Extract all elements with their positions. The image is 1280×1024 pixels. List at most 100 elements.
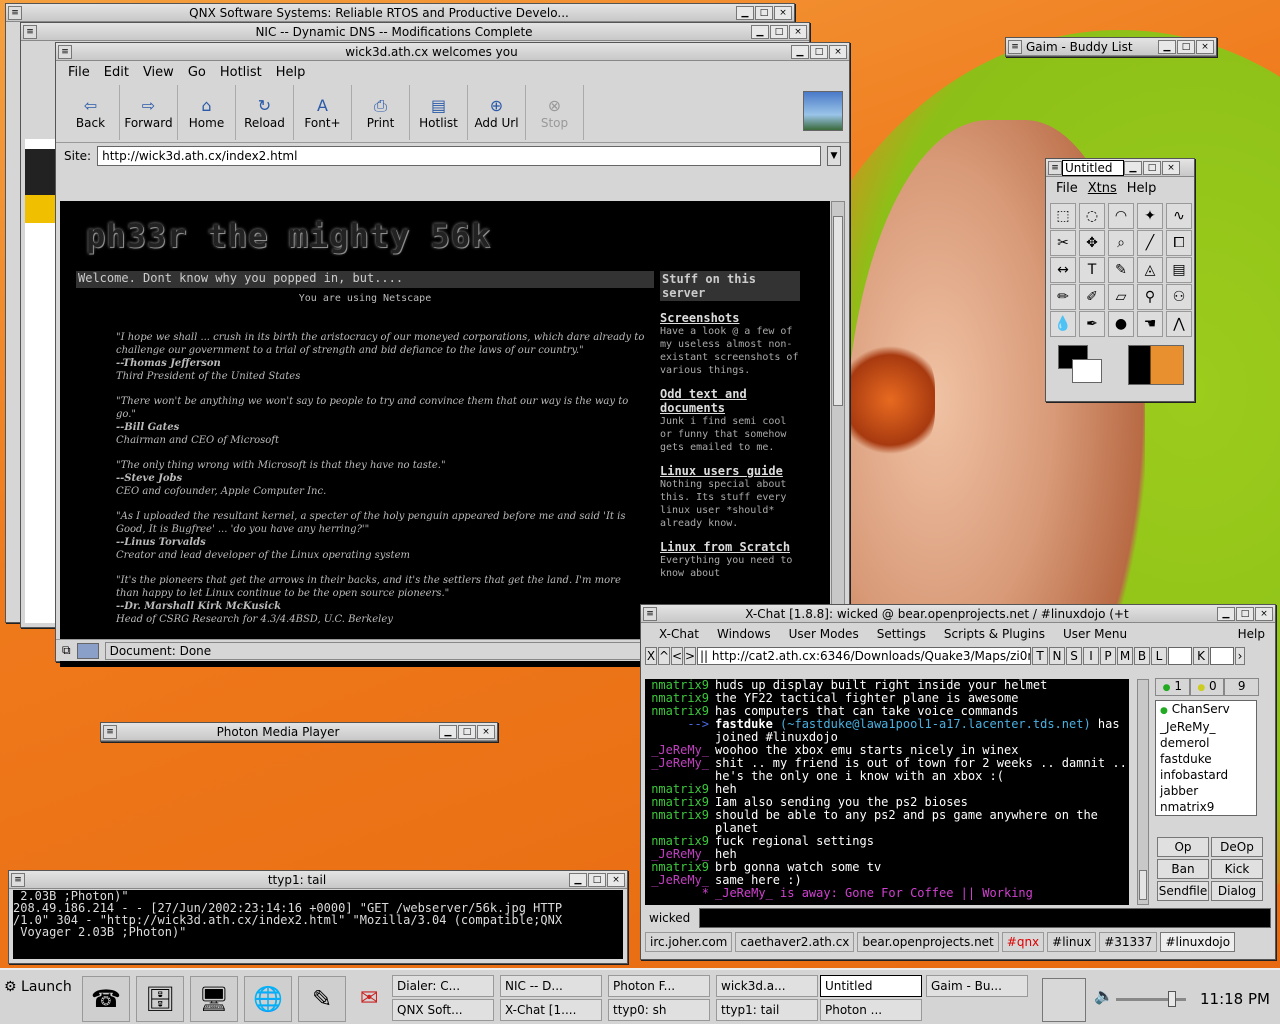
- browser-shortcut-icon[interactable]: 🌐: [244, 976, 292, 1022]
- text-icon[interactable]: T: [1079, 257, 1105, 283]
- measure-icon[interactable]: ╱: [1137, 230, 1163, 256]
- mode-t-button[interactable]: T: [1032, 647, 1048, 665]
- link-odd-text[interactable]: Odd text and documents: [660, 387, 800, 415]
- menu-hotlist[interactable]: Hotlist: [220, 65, 262, 80]
- crop-icon[interactable]: ⧠: [1166, 230, 1192, 256]
- url-dropdown-icon[interactable]: ▼: [827, 146, 841, 166]
- task-nic[interactable]: NIC -- D...: [500, 975, 602, 997]
- volume-handle[interactable]: [1168, 991, 1176, 1007]
- dialer-shortcut-icon[interactable]: ☎: [82, 976, 130, 1022]
- lasso-icon[interactable]: ◠: [1108, 203, 1134, 229]
- menu-xchat[interactable]: X-Chat: [659, 627, 699, 641]
- print-button[interactable]: ⎙ Print: [352, 85, 410, 140]
- tab-31337[interactable]: #31337: [1099, 932, 1158, 952]
- maximize-icon[interactable]: □: [1177, 39, 1195, 54]
- move-icon[interactable]: ✥: [1079, 230, 1105, 256]
- window-menu-icon[interactable]: ≡: [1048, 160, 1062, 175]
- close-icon[interactable]: ×: [829, 44, 847, 59]
- gradient-icon[interactable]: ▤: [1166, 257, 1192, 283]
- task-wick3d[interactable]: wick3d.a...: [716, 975, 818, 997]
- dodge-icon[interactable]: ●: [1108, 311, 1134, 337]
- minimize-icon[interactable]: ▁: [1158, 39, 1176, 54]
- task-photon-file[interactable]: Photon F...: [608, 975, 710, 997]
- task-photon[interactable]: Photon ...: [820, 999, 922, 1021]
- scroll-thumb[interactable]: [833, 216, 843, 406]
- brush-preview[interactable]: [1128, 345, 1184, 385]
- userlist-toggle-icon[interactable]: ›: [1235, 647, 1245, 665]
- blur-icon[interactable]: 💧: [1050, 311, 1076, 337]
- kick-button[interactable]: Kick: [1211, 859, 1263, 879]
- task-gaim[interactable]: Gaim - Bu...: [926, 975, 1028, 997]
- link-linux-guide[interactable]: Linux users guide: [660, 464, 800, 478]
- close-icon[interactable]: ×: [1196, 39, 1214, 54]
- window-menu-icon[interactable]: ≡: [11, 872, 25, 887]
- pencil-icon[interactable]: ✏: [1050, 284, 1076, 310]
- maximize-icon[interactable]: □: [458, 724, 476, 739]
- user-item[interactable]: jabber: [1160, 783, 1256, 799]
- maximize-icon[interactable]: □: [755, 5, 773, 20]
- menu-xtns[interactable]: Xtns: [1088, 181, 1117, 196]
- color-picker-icon[interactable]: ✎: [1108, 257, 1134, 283]
- mailbox-icon[interactable]: ✉: [360, 986, 378, 1011]
- terminal-output[interactable]: 2.03B ;Photon)" 208.49.186.214 - - [27/Ju…: [13, 890, 623, 959]
- maximize-icon[interactable]: □: [770, 24, 788, 39]
- dialog-button[interactable]: Dialog: [1211, 881, 1263, 901]
- menu-user-modes[interactable]: User Modes: [789, 627, 859, 641]
- home-button[interactable]: ⌂ Home: [178, 85, 236, 140]
- menu-settings[interactable]: Settings: [877, 627, 926, 641]
- menu-user-menu[interactable]: User Menu: [1063, 627, 1127, 641]
- sendfile-button[interactable]: Sendfile: [1157, 881, 1209, 901]
- ink-icon[interactable]: ✒: [1079, 311, 1105, 337]
- menu-help[interactable]: Help: [276, 65, 306, 80]
- hotlist-button[interactable]: ▤ Hotlist: [410, 85, 468, 140]
- mode-n-button[interactable]: N: [1049, 647, 1065, 665]
- gaim-titlebar[interactable]: ≡ Gaim - Buddy List ▁ □ ×: [1006, 38, 1216, 56]
- font-plus-button[interactable]: A Font+: [294, 85, 352, 140]
- task-xchat[interactable]: X-Chat [1....: [500, 999, 602, 1021]
- minimize-icon[interactable]: ▁: [1217, 606, 1235, 621]
- qnx-titlebar[interactable]: ≡ QNX Software Systems: Reliable RTOS an…: [6, 4, 794, 22]
- scroll-thumb[interactable]: [1139, 870, 1147, 900]
- xchat-up-button[interactable]: ^: [658, 647, 670, 665]
- launch-button[interactable]: ⚙ Launch: [4, 976, 76, 998]
- topic-field[interactable]: || http://cat2.ath.cx:6346/Downloads/Qua…: [697, 647, 1031, 665]
- window-menu-icon[interactable]: ≡: [23, 24, 37, 39]
- mode-l-button[interactable]: L: [1151, 647, 1167, 665]
- smudge-icon[interactable]: ☚: [1137, 311, 1163, 337]
- user-list[interactable]: ● ChanServ _JeReMy_ demerol fastduke inf…: [1155, 700, 1257, 816]
- user-item[interactable]: _JeReMy_: [1160, 719, 1256, 735]
- minimize-icon[interactable]: ▁: [569, 872, 587, 887]
- forward-button[interactable]: ⇨ Forward: [120, 85, 178, 140]
- file-manager-shortcut-icon[interactable]: 🗄: [136, 976, 184, 1022]
- tab-bear-openprojects[interactable]: bear.openprojects.net: [857, 932, 999, 952]
- close-icon[interactable]: ×: [1255, 606, 1273, 621]
- ttyp1-titlebar[interactable]: ≡ ttyp1: tail ▁ □ ×: [9, 871, 627, 889]
- minimize-icon[interactable]: ▁: [791, 44, 809, 59]
- background-color-swatch[interactable]: [1072, 359, 1102, 383]
- zoom-icon[interactable]: ⌕: [1108, 230, 1134, 256]
- close-icon[interactable]: ×: [789, 24, 807, 39]
- chat-scrollbar[interactable]: [1137, 679, 1149, 905]
- clone-icon[interactable]: ⚇: [1166, 284, 1192, 310]
- ellipse-select-icon[interactable]: ◌: [1079, 203, 1105, 229]
- nic-titlebar[interactable]: ≡ NIC -- Dynamic DNS -- Modifications Co…: [21, 23, 809, 41]
- task-ttyp1[interactable]: ttyp1: tail: [716, 999, 818, 1021]
- mode-k-button[interactable]: K: [1193, 647, 1209, 665]
- menu-view[interactable]: View: [143, 65, 174, 80]
- tab-caethaver2[interactable]: caethaver2.ath.cx: [735, 932, 855, 952]
- reload-button[interactable]: ↻ Reload: [236, 85, 294, 140]
- terminal-shortcut-icon[interactable]: 🖥: [190, 976, 238, 1022]
- tab-irc-joher[interactable]: irc.joher.com: [645, 932, 733, 952]
- window-menu-icon[interactable]: ≡: [58, 44, 72, 59]
- xchat-close-tab-button[interactable]: X: [645, 647, 657, 665]
- maximize-icon[interactable]: □: [810, 44, 828, 59]
- mode-i-button[interactable]: I: [1083, 647, 1099, 665]
- tab-qnx[interactable]: #qnx: [1001, 932, 1045, 952]
- bucket-icon[interactable]: ◬: [1137, 257, 1163, 283]
- minimize-icon[interactable]: ▁: [1124, 160, 1142, 175]
- scissors-icon[interactable]: ✂: [1050, 230, 1076, 256]
- workspace-pager[interactable]: [1042, 978, 1086, 1022]
- brush-icon[interactable]: ✐: [1079, 284, 1105, 310]
- menu-help[interactable]: Help: [1238, 627, 1265, 641]
- xchat-next-button[interactable]: >: [684, 647, 696, 665]
